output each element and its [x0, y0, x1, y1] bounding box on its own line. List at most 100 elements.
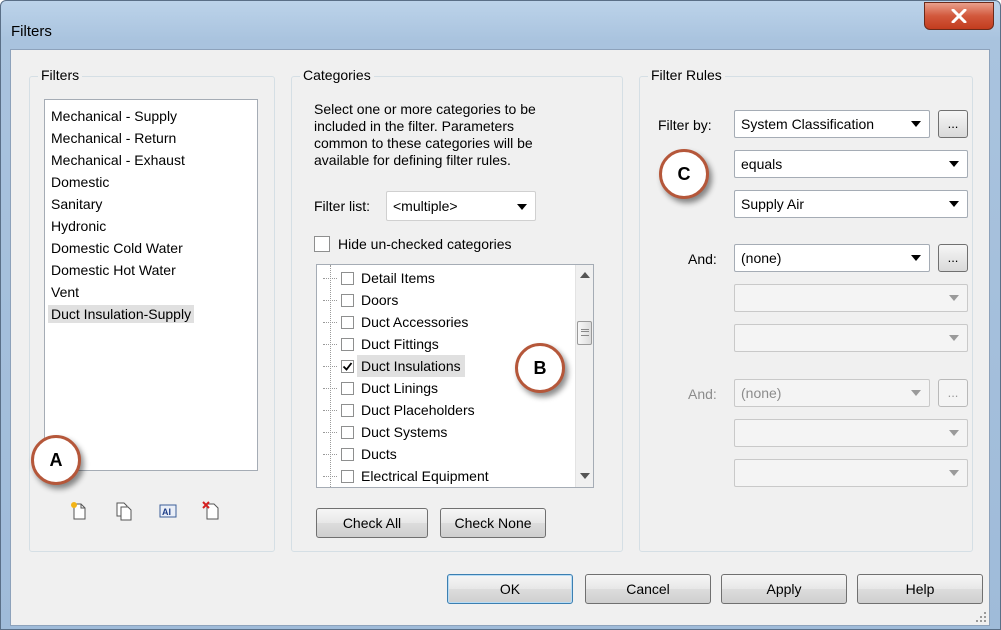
categories-scrollbar[interactable] — [575, 265, 593, 487]
hide-unchecked-label: Hide un-checked categories — [338, 236, 512, 252]
ellipsis-text: ... — [947, 250, 959, 265]
filter-list-item[interactable]: Mechanical - Exhaust — [45, 149, 257, 171]
filter-list-value: <multiple> — [393, 198, 458, 214]
filter-list-item[interactable]: Mechanical - Return — [45, 127, 257, 149]
instruction-line: common to these categories will be — [314, 135, 533, 151]
category-item[interactable]: Duct Systems — [317, 421, 567, 443]
chevron-down-icon — [911, 121, 921, 127]
and-ellipsis-button-2: ... — [938, 379, 968, 407]
filter-list-label: Filter list: — [314, 198, 370, 214]
annotation-badge-a: A — [31, 435, 81, 485]
chevron-down-icon — [949, 335, 959, 341]
filter-by-dropdown[interactable]: System Classification — [734, 110, 930, 138]
checkbox-box[interactable] — [314, 236, 330, 252]
category-item[interactable]: Duct Placeholders — [317, 399, 567, 421]
category-checkbox[interactable] — [341, 470, 354, 483]
category-label: Duct Fittings — [361, 336, 439, 352]
filter-list-item[interactable]: Mechanical - Supply — [45, 105, 257, 127]
tree-branch — [323, 410, 337, 411]
category-label: Duct Accessories — [361, 314, 469, 330]
filter-rules-group-label: Filter Rules — [648, 67, 725, 83]
filter-item-label: Duct Insulation-Supply — [48, 305, 195, 323]
filter-list-item[interactable]: Domestic Hot Water — [45, 259, 257, 281]
scroll-thumb[interactable] — [577, 321, 592, 345]
ok-button[interactable]: OK — [447, 574, 573, 604]
close-button[interactable] — [924, 2, 994, 30]
tree-branch — [323, 322, 337, 323]
rule-value: Supply Air — [741, 196, 805, 212]
category-checkbox[interactable] — [341, 316, 354, 329]
filter-by-label: Filter by: — [658, 117, 712, 133]
filter-item-label: Mechanical - Return — [51, 130, 177, 146]
category-checkbox[interactable] — [341, 338, 354, 351]
operator-dropdown[interactable]: equals — [734, 150, 968, 178]
and-ellipsis-button-1[interactable]: ... — [938, 244, 968, 272]
rename-filter-icon[interactable]: AI — [158, 501, 178, 521]
chevron-down-icon — [517, 204, 527, 210]
filter-list-item[interactable]: Domestic — [45, 171, 257, 193]
filter-by-value: System Classification — [741, 116, 875, 132]
rule-value-dropdown[interactable]: Supply Air — [734, 190, 968, 218]
category-checkbox[interactable] — [341, 360, 354, 373]
title-bar[interactable]: Filters — [1, 1, 1000, 49]
and-operator-dropdown-1 — [734, 284, 968, 312]
tree-branch — [323, 476, 337, 477]
filters-group-label: Filters — [38, 67, 83, 83]
category-checkbox[interactable] — [341, 404, 354, 417]
checkmark-icon — [342, 362, 353, 371]
tree-branch — [323, 432, 337, 433]
categories-group: Categories Select one or more categories… — [291, 67, 623, 552]
chevron-down-icon — [911, 390, 921, 396]
filter-by-ellipsis-button[interactable]: ... — [938, 110, 968, 138]
chevron-down-icon — [949, 161, 959, 167]
annotation-badge-c: C — [659, 149, 709, 199]
category-item[interactable]: Electrical Equipment — [317, 465, 567, 487]
category-label: Duct Systems — [361, 424, 448, 440]
filter-rules-group: Filter Rules Filter by: System Classific… — [639, 67, 973, 552]
category-checkbox[interactable] — [341, 382, 354, 395]
duplicate-filter-icon[interactable] — [114, 501, 134, 521]
instruction-line: included in the filter. Parameters — [314, 118, 514, 134]
delete-filter-icon[interactable] — [202, 501, 222, 521]
resize-grip-icon[interactable] — [975, 611, 987, 623]
and-field-dropdown-1[interactable]: (none) — [734, 244, 930, 272]
svg-text:AI: AI — [162, 507, 171, 517]
filter-list-item[interactable]: Sanitary — [45, 193, 257, 215]
filter-item-label: Mechanical - Exhaust — [51, 152, 185, 168]
help-button[interactable]: Help — [857, 574, 983, 604]
filter-item-label: Sanitary — [51, 196, 103, 212]
filter-list-item[interactable]: Vent — [45, 281, 257, 303]
and-value-dropdown-1 — [734, 324, 968, 352]
scroll-up-icon[interactable] — [580, 271, 590, 279]
check-all-button[interactable]: Check All — [316, 508, 428, 538]
category-item[interactable]: Ducts — [317, 443, 567, 465]
tree-branch — [323, 366, 337, 367]
scroll-down-icon[interactable] — [580, 472, 590, 480]
tree-branch — [323, 278, 337, 279]
cancel-button[interactable]: Cancel — [585, 574, 711, 604]
filter-list-dropdown[interactable]: <multiple> — [386, 191, 536, 221]
category-checkbox[interactable] — [341, 294, 354, 307]
chevron-down-icon — [949, 295, 959, 301]
category-item[interactable]: Doors — [317, 289, 567, 311]
tree-branch — [323, 300, 337, 301]
chevron-down-icon — [949, 201, 959, 207]
filters-list[interactable]: Mechanical - Supply Mechanical - Return Me… — [44, 99, 258, 471]
filter-list-item[interactable]: Domestic Cold Water — [45, 237, 257, 259]
category-checkbox[interactable] — [341, 426, 354, 439]
category-checkbox[interactable] — [341, 272, 354, 285]
tree-branch — [323, 454, 337, 455]
category-item[interactable]: Duct Accessories — [317, 311, 567, 333]
new-filter-icon[interactable] — [69, 501, 89, 521]
category-label: Ducts — [361, 446, 397, 462]
check-none-button[interactable]: Check None — [440, 508, 546, 538]
filter-list-item[interactable]: Duct Insulation-Supply — [45, 303, 257, 325]
chevron-down-icon — [949, 470, 959, 476]
filter-item-label: Domestic Cold Water — [51, 240, 183, 256]
category-item[interactable]: Detail Items — [317, 267, 567, 289]
filter-list-item[interactable]: Hydronic — [45, 215, 257, 237]
window-title: Filters — [11, 23, 52, 40]
category-checkbox[interactable] — [341, 448, 354, 461]
apply-button[interactable]: Apply — [721, 574, 847, 604]
category-label: Duct Insulations — [357, 355, 465, 377]
